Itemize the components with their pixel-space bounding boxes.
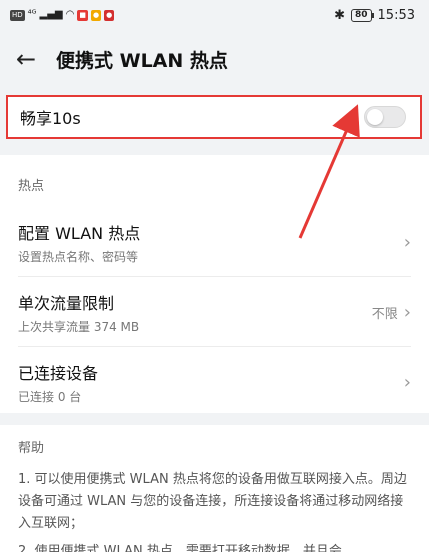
connected-devices-row[interactable]: 已连接设备 已连接 0 台 › [0, 347, 429, 417]
data-limit-value: 不限 [371, 306, 398, 322]
hotspot-section-title: 热点 [18, 179, 45, 194]
app-notification-icon-3: ● [104, 9, 115, 21]
app-notification-icon-2: ● [90, 9, 102, 21]
help-paragraph-1: 1. 可以使用便携式 WLAN 热点将您的设备用做互联网接入点。周边设备可通过 … [18, 472, 407, 531]
status-icons-left: HD ⁴ᴳ ▂▄▆ ◠ ■ ● ● [10, 9, 115, 21]
share-toggle-row[interactable]: 畅享10s [6, 95, 422, 139]
config-hotspot-row[interactable]: 配置 WLAN 热点 设置热点名称、密码等 › [0, 207, 429, 277]
share-toggle-label: 畅享10s [20, 109, 81, 128]
help-section-title: 帮助 [18, 441, 45, 456]
config-hotspot-title: 配置 WLAN 热点 [18, 223, 141, 243]
chevron-right-icon: › [403, 301, 411, 323]
data-limit-title: 单次流量限制 [18, 293, 115, 313]
bluetooth-icon: ✱ [334, 7, 345, 23]
wifi-icon: ◠ [65, 9, 75, 20]
config-hotspot-subtitle: 设置热点名称、密码等 [18, 249, 139, 264]
connected-devices-subtitle: 已连接 0 台 [18, 389, 82, 404]
help-section: 帮助 1. 可以使用便携式 WLAN 热点将您的设备用做互联网接入点。周边设备可… [0, 425, 429, 552]
connected-devices-title: 已连接设备 [18, 363, 99, 383]
status-bar: HD ⁴ᴳ ▂▄▆ ◠ ■ ● ● ✱ 80 15:53 [0, 0, 429, 30]
clock: 15:53 [377, 7, 415, 23]
battery-icon: 80 [351, 8, 374, 22]
hotspot-section: 热点 配置 WLAN 热点 设置热点名称、密码等 › 单次流量限制 上次共享流量… [0, 155, 429, 413]
help-text: 1. 可以使用便携式 WLAN 热点将您的设备用做互联网接入点。周边设备可通过 … [0, 469, 429, 552]
help-paragraph-2: 2. 使用便携式 WLAN 热点，需要打开移动数据，并且会 [18, 544, 342, 552]
status-icons-right: ✱ 80 15:53 [334, 8, 415, 23]
chevron-right-icon: › [403, 231, 411, 253]
signal-icon: ⁴ᴳ [27, 9, 37, 20]
chevron-right-icon: › [403, 371, 411, 393]
cell-bars-icon: ▂▄▆ [39, 9, 63, 20]
page-title: 便携式 WLAN 热点 [56, 49, 228, 72]
app-notification-icon: ■ [77, 9, 88, 21]
share-toggle-switch[interactable] [364, 106, 406, 128]
hd-icon: HD [10, 9, 25, 21]
data-limit-row[interactable]: 单次流量限制 上次共享流量 374 MB 不限 › [0, 277, 429, 347]
data-limit-subtitle: 上次共享流量 374 MB [18, 319, 140, 334]
switch-knob [367, 109, 383, 125]
app-header: ← 便携式 WLAN 热点 [0, 30, 429, 88]
back-arrow-icon[interactable]: ← [16, 45, 56, 73]
